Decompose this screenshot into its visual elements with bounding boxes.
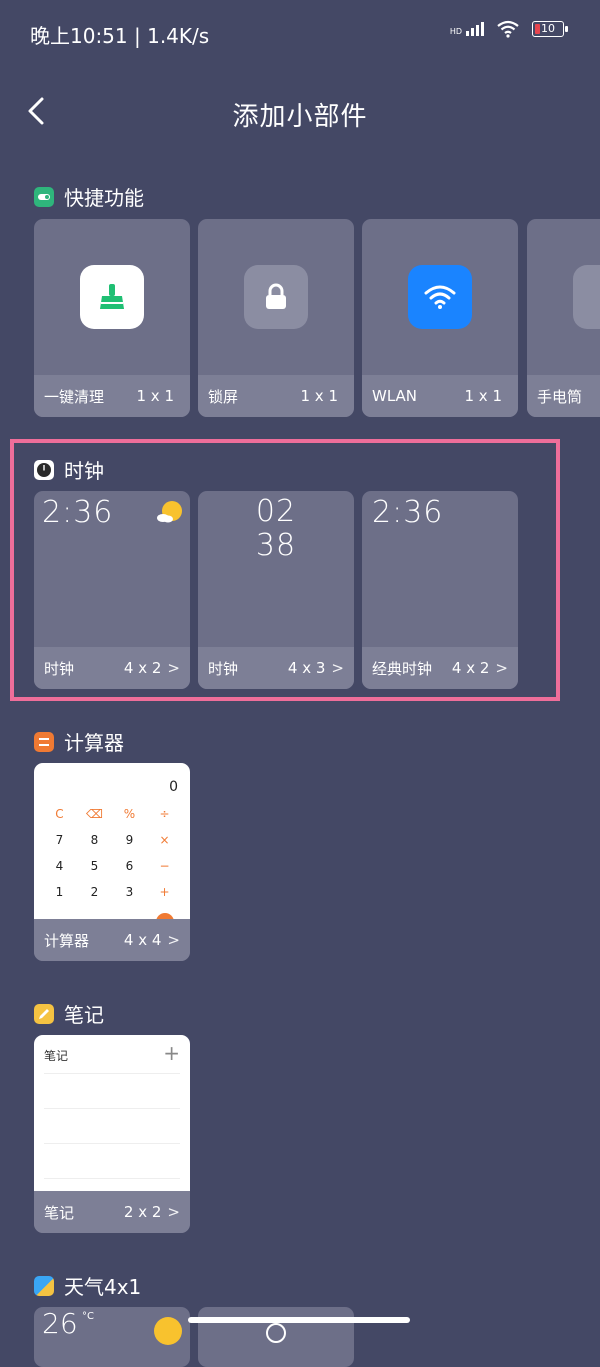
widget-size: 1 x 1 [136, 387, 175, 405]
calc-key: 8 [90, 833, 99, 847]
calc-key: + [159, 885, 170, 899]
widget-card-weather-2[interactable] [198, 1307, 354, 1367]
widget-name: 时钟 [208, 659, 239, 678]
widget-name: 一键清理 [44, 387, 105, 406]
widget-name: 笔记 [44, 1203, 75, 1222]
widget-card-clock-4x3[interactable]: 02 38 时钟 4 x 3 > [198, 491, 354, 689]
hd-label: HD [449, 27, 462, 36]
weather-temp: 26 [42, 1307, 78, 1340]
status-icons: HD 10 [450, 20, 568, 38]
clock-minute: 38 [255, 528, 297, 563]
home-indicator[interactable] [188, 1317, 410, 1323]
clock-hour: 02 [255, 494, 297, 529]
toggle-icon [34, 186, 54, 207]
wifi-icon [408, 265, 472, 329]
notes-preview: 笔记 + [34, 1035, 190, 1191]
widget-size: 4 x 2 [123, 659, 162, 677]
widget-name: 锁屏 [208, 387, 239, 406]
section-title: 计算器 [64, 731, 124, 755]
clock-time: 2:36 [372, 495, 444, 530]
chevron-right-icon: > [167, 1203, 180, 1221]
section-header-quick: 快捷功能 [34, 182, 144, 211]
weather-unit: °C [82, 1311, 94, 1322]
calculator-icon [34, 731, 54, 752]
calc-key: 7 [55, 833, 64, 847]
widget-size: 2 x 2 [123, 1203, 162, 1221]
calc-key: 6 [125, 859, 134, 873]
widget-size: 4 x 2 [451, 659, 490, 677]
widget-card-notes[interactable]: 笔记 + 笔记 2 x 2 > [34, 1035, 190, 1233]
widget-card-clock-4x2[interactable]: 2:36 时钟 4 x 2 > [34, 491, 190, 689]
calc-key: − [159, 859, 170, 873]
widget-card-lock[interactable]: 锁屏 1 x 1 [198, 219, 354, 417]
clock-time: 2:36 [42, 495, 114, 530]
chevron-right-icon: > [331, 659, 344, 677]
calc-key: × [159, 833, 170, 847]
widget-name: 时钟 [44, 659, 75, 678]
widget-name: 计算器 [44, 931, 90, 950]
calc-key: 1 [55, 885, 64, 899]
weather-icon [34, 1275, 54, 1296]
section-header-notes: 笔记 [34, 999, 104, 1028]
calc-key: 4 [55, 859, 64, 873]
widget-name: 手电筒 [537, 387, 583, 406]
calc-key: 5 [90, 859, 99, 873]
widget-size: 1 x 1 [300, 387, 339, 405]
signal-icon: HD [450, 22, 484, 36]
widget-card-clean[interactable]: 一键清理 1 x 1 [34, 219, 190, 417]
battery-icon: 10 [532, 21, 568, 37]
lock-icon [244, 265, 308, 329]
sun-cloud-icon [157, 501, 182, 523]
widget-name: 经典时钟 [372, 659, 433, 678]
section-title: 笔记 [64, 1003, 104, 1027]
calc-key: ÷ [159, 807, 170, 821]
widget-card-calculator[interactable]: 0 C ⌫ % ÷ 7 8 9 × 4 5 6 − 1 2 3 + 计算器 4 … [34, 763, 190, 961]
section-header-weather: 天气4x1 [34, 1271, 141, 1300]
calc-key: 3 [125, 885, 134, 899]
clock-icon [34, 459, 54, 480]
pencil-icon [34, 1003, 54, 1024]
widget-card-classic-clock[interactable]: 2:36 经典时钟 4 x 2 > [362, 491, 518, 689]
section-header-clock: 时钟 [34, 455, 104, 484]
section-title: 时钟 [64, 459, 104, 483]
widget-name: WLAN [372, 387, 418, 405]
calc-keypad: C ⌫ % ÷ 7 8 9 × 4 5 6 − 1 2 3 + [42, 807, 182, 899]
widget-size: 4 x 4 [123, 931, 162, 949]
notes-widget-label: 笔记 [44, 1049, 69, 1063]
widget-size: 4 x 3 [287, 659, 326, 677]
calc-key: 9 [125, 833, 134, 847]
widget-size: 1 x 1 [464, 387, 503, 405]
page-title: 添加小部件 [232, 102, 368, 132]
calc-key: % [123, 807, 136, 821]
section-title: 快捷功能 [64, 186, 144, 210]
section-header-calculator: 计算器 [34, 727, 124, 756]
calc-display: 0 [169, 779, 178, 795]
calc-key: ⌫ [86, 807, 103, 821]
widget-card-wlan[interactable]: WLAN 1 x 1 [362, 219, 518, 417]
widget-card-flashlight[interactable]: 手电筒 [527, 219, 600, 417]
sun-icon [154, 1317, 182, 1345]
battery-level: 10 [541, 22, 555, 35]
chevron-right-icon: > [167, 659, 180, 677]
calculator-preview: 0 C ⌫ % ÷ 7 8 9 × 4 5 6 − 1 2 3 + [34, 763, 190, 923]
chevron-right-icon: > [495, 659, 508, 677]
plus-icon: + [163, 1041, 180, 1065]
widget-card-weather[interactable]: 26 °C [34, 1307, 190, 1367]
calc-key: 2 [90, 885, 99, 899]
search-icon [266, 1323, 286, 1343]
section-title: 天气4x1 [64, 1275, 142, 1299]
flashlight-icon [573, 265, 600, 329]
calc-key: C [55, 807, 64, 821]
broom-icon [80, 265, 144, 329]
status-time: 晚上10:51 | 1.4K/s [30, 24, 210, 48]
wifi-icon [497, 20, 519, 38]
chevron-right-icon: > [167, 931, 180, 949]
